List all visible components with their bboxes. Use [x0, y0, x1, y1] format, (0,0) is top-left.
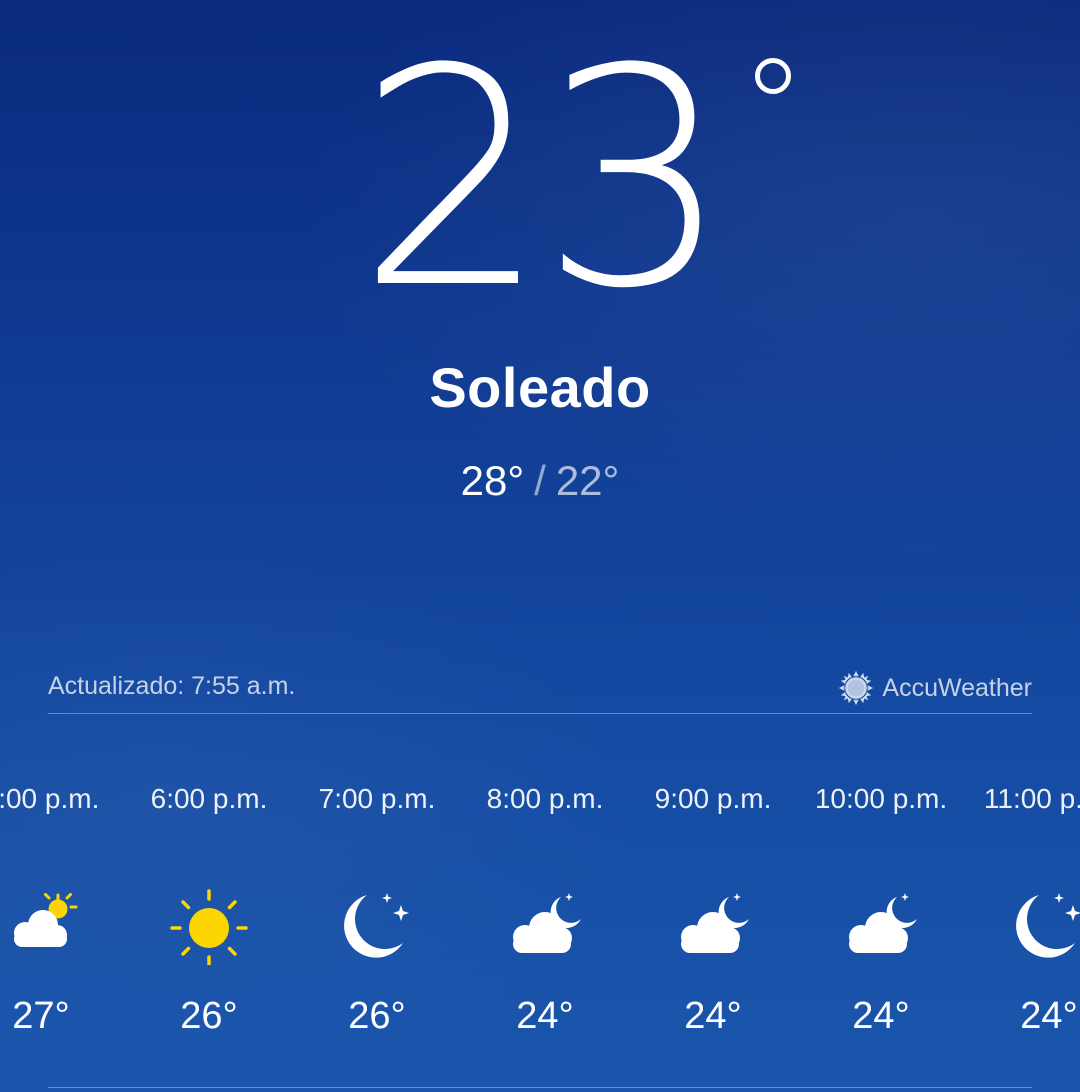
hour-temperature: 24° [852, 995, 910, 1037]
hourly-item: 8:00 p.m. 24° [461, 770, 629, 1070]
moon-stars-icon [344, 893, 409, 958]
range-separator: / [534, 457, 546, 504]
hour-time: 7:00 p.m. [318, 783, 436, 814]
hourly-item: 10:00 p.m. 24° [797, 770, 965, 1070]
hour-temperature: 24° [1020, 995, 1078, 1037]
moon-stars-icon [1016, 893, 1080, 958]
hourly-item: 5:00 p.m. 27° [0, 770, 125, 1070]
hour-temperature: 24° [516, 995, 574, 1037]
hourly-item: 6:00 p.m. 26° [125, 770, 293, 1070]
hour-time: 10:00 p.m. [814, 783, 948, 814]
updated-time: Actualizado: 7:55 a.m. [48, 672, 296, 700]
partly-cloudy-night-icon [681, 893, 749, 953]
sun-icon [170, 889, 248, 965]
current-temperature-block: 23 [0, 30, 1080, 330]
provider-link[interactable]: AccuWeather [838, 670, 1032, 706]
info-row: Actualizado: 7:55 a.m. AccuWeather [48, 670, 1032, 706]
hour-time: 8:00 p.m. [486, 783, 604, 814]
hourly-item: 11:00 p.m. 24° [965, 770, 1080, 1070]
weather-condition: Soleado [429, 356, 651, 419]
temperature-range: 28°/22° [0, 457, 1080, 505]
hour-temperature: 24° [684, 995, 742, 1037]
hour-time: 11:00 p.m. [983, 783, 1080, 814]
hour-temperature: 27° [12, 995, 70, 1037]
degree-icon [754, 58, 791, 94]
hour-temperature: 26° [180, 995, 238, 1037]
hourly-item: 7:00 p.m. 26° [293, 770, 461, 1070]
partly-cloudy-night-icon [513, 893, 581, 953]
hourly-forecast[interactable]: 5:00 p.m. 27° 6:00 p.m. [0, 770, 1080, 1070]
hour-time: 9:00 p.m. [654, 783, 772, 814]
partly-cloudy-night-icon [849, 893, 917, 953]
accuweather-sun-icon [839, 670, 874, 706]
low-temperature: 22° [555, 457, 620, 504]
divider [48, 1087, 1032, 1088]
provider-name: AccuWeather [882, 673, 1032, 702]
current-temperature: 23 [357, 30, 791, 330]
partly-sunny-icon [14, 893, 78, 947]
high-temperature: 28° [460, 457, 525, 504]
divider [48, 713, 1032, 714]
hour-time: 5:00 p.m. [0, 783, 100, 814]
hour-temperature: 26° [348, 995, 406, 1037]
hourly-item: 9:00 p.m. 24° [629, 770, 797, 1070]
hour-time: 6:00 p.m. [150, 783, 268, 814]
